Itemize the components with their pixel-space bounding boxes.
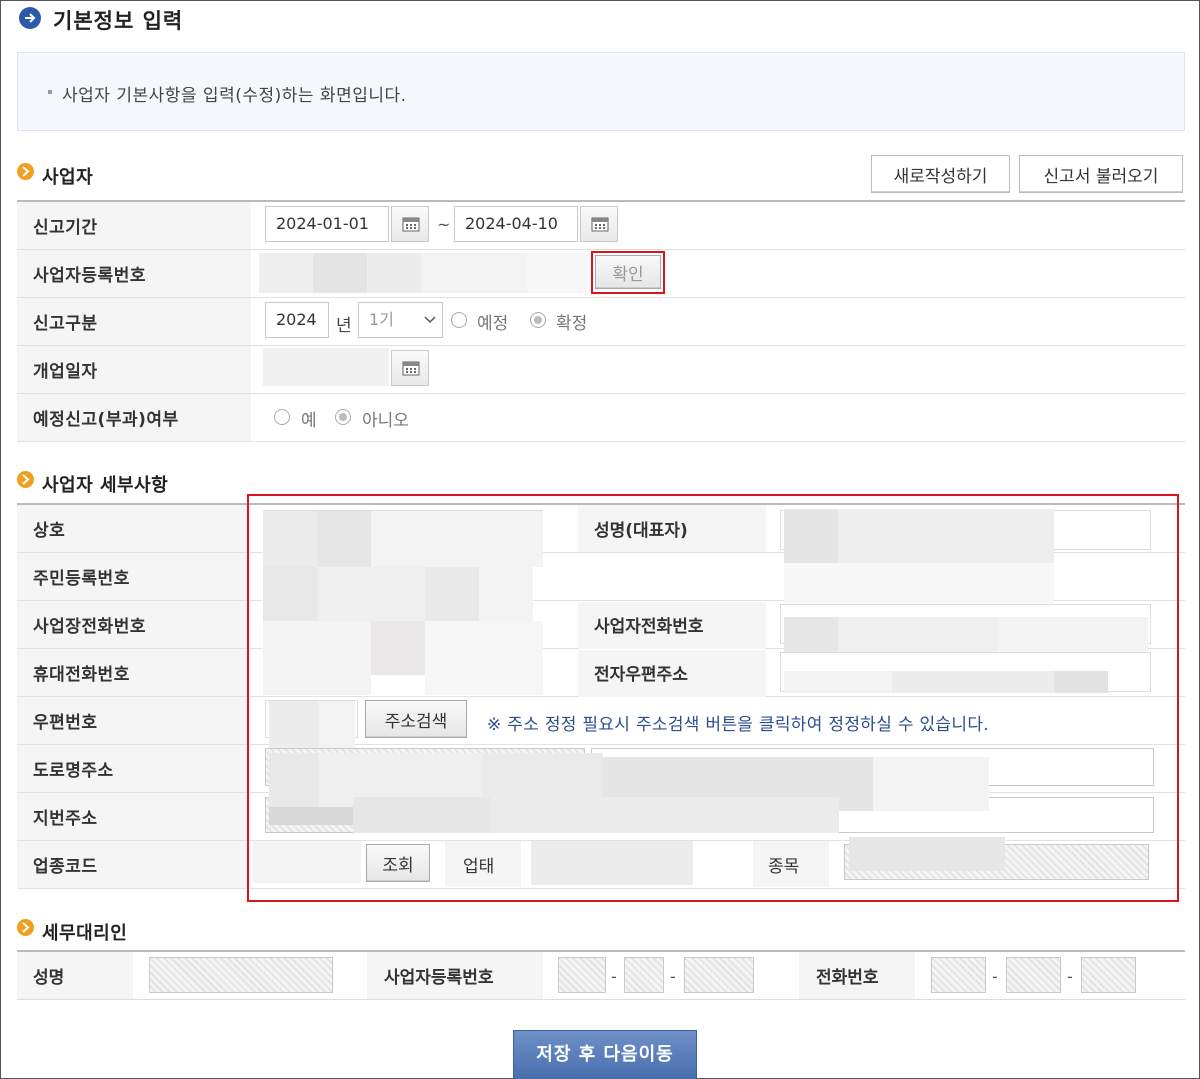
- prelim-label: 예정신고(부과)여부: [17, 393, 251, 442]
- section-chevron-icon: [17, 471, 34, 488]
- dash: -: [1067, 967, 1073, 986]
- info-text: 사업자 기본사항을 입력(수정)하는 화면입니다.: [62, 86, 407, 106]
- chevron-down-icon: [424, 316, 436, 324]
- year-input[interactable]: 2024: [265, 302, 329, 338]
- section-title-agent: 세무대리인: [42, 923, 128, 944]
- open-date-label: 개업일자: [17, 345, 251, 394]
- period-separator: ~: [437, 215, 451, 234]
- dash: -: [611, 967, 617, 986]
- agent-phone-label: 전화번호: [816, 968, 879, 988]
- report-type-label: 신고구분: [17, 297, 251, 346]
- open-date-masked-input[interactable]: [263, 348, 389, 386]
- radio-prelim-yes-label: 예: [301, 411, 317, 431]
- calendar-icon[interactable]: [580, 206, 618, 242]
- lot-address-label: 지번주소: [17, 792, 251, 841]
- section-title-detail: 사업자 세부사항: [42, 475, 169, 496]
- company-label: 상호: [17, 504, 251, 553]
- agent-name-label: 성명: [33, 968, 65, 988]
- agent-phone-part1[interactable]: [931, 957, 986, 993]
- info-box: 사업자 기본사항을 입력(수정)하는 화면입니다.: [17, 52, 1185, 131]
- radio-type-prelim-label: 예정: [477, 314, 509, 334]
- calendar-icon[interactable]: [391, 350, 429, 386]
- term-select[interactable]: 1기: [358, 302, 443, 338]
- year-unit-label: 년: [336, 316, 352, 336]
- agent-regno-part1[interactable]: [558, 957, 606, 993]
- save-next-button[interactable]: 저장 후 다음이동: [513, 1030, 697, 1079]
- dash: -: [670, 967, 676, 986]
- radio-type-final[interactable]: [530, 312, 546, 328]
- agent-phone-part2[interactable]: [1006, 957, 1061, 993]
- regno-label: 사업자등록번호: [17, 249, 251, 298]
- section-chevron-icon: [17, 919, 34, 936]
- term-select-value: 1기: [369, 310, 394, 329]
- agent-regno-part2[interactable]: [624, 957, 664, 993]
- info-bullet-icon: [48, 90, 52, 94]
- agent-name-input[interactable]: [149, 957, 333, 993]
- regno-masked-field[interactable]: [313, 253, 367, 293]
- resident-no-label: 주민등록번호: [17, 552, 251, 601]
- agent-phone-part3[interactable]: [1081, 957, 1136, 993]
- radio-prelim-no-label: 아니오: [362, 411, 409, 431]
- radio-type-final-label: 확정: [556, 314, 588, 334]
- new-write-button[interactable]: 새로작성하기: [871, 155, 1010, 193]
- period-start-input[interactable]: 2024-01-01: [265, 206, 389, 242]
- radio-prelim-yes[interactable]: [274, 409, 290, 425]
- regno-masked-field[interactable]: [259, 253, 313, 293]
- section-title-business: 사업자: [42, 167, 94, 188]
- agent-regno-label: 사업자등록번호: [384, 968, 494, 988]
- calendar-icon[interactable]: [391, 206, 429, 242]
- detail-highlight: [247, 494, 1179, 902]
- industry-code-label: 업종코드: [17, 840, 251, 889]
- section-chevron-icon: [17, 163, 34, 180]
- regno-masked-field[interactable]: [367, 253, 421, 293]
- load-report-button[interactable]: 신고서 불러오기: [1019, 155, 1183, 193]
- radio-type-prelim[interactable]: [451, 312, 467, 328]
- period-end-input[interactable]: 2024-04-10: [454, 206, 578, 242]
- period-label: 신고기간: [17, 201, 251, 250]
- radio-prelim-no[interactable]: [335, 409, 351, 425]
- title-arrow-icon: [19, 7, 41, 29]
- agent-regno-part3[interactable]: [684, 957, 754, 993]
- page-title: 기본정보 입력: [53, 9, 184, 33]
- dash: -: [992, 967, 998, 986]
- mobile-label: 휴대전화번호: [17, 648, 251, 697]
- zipcode-label: 우편번호: [17, 696, 251, 745]
- office-phone-label: 사업장전화번호: [17, 600, 251, 649]
- regno-masked-field[interactable]: [421, 253, 527, 293]
- confirm-highlight: [591, 251, 665, 294]
- regno-masked-field[interactable]: [527, 253, 587, 293]
- road-address-label: 도로명주소: [17, 744, 251, 793]
